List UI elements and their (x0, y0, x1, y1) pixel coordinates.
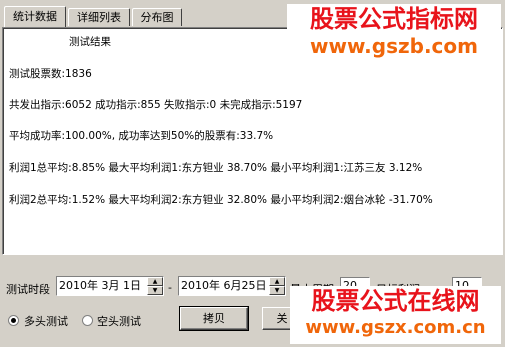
end-date-spinner[interactable]: ▲ ▼ (269, 277, 285, 295)
spin-down-icon[interactable]: ▼ (147, 286, 163, 295)
radio-long-label[interactable]: 多头测试 (24, 313, 68, 329)
total-stocks-text: 测试股票数:1836 (9, 68, 92, 80)
tab-distribution-chart[interactable]: 分布图 (132, 8, 182, 26)
tab-detail-list[interactable]: 详细列表 (68, 8, 130, 26)
copy-button[interactable]: 拷贝 (179, 306, 249, 331)
start-date-value: 2010年 3月 1日 (59, 279, 141, 292)
watermark-bottom-title: 股票公式在线网 (311, 287, 480, 315)
watermark-top-title: 股票公式指标网 (310, 5, 478, 33)
watermark-top: 股票公式指标网 www.gszb.com (287, 4, 501, 62)
date-separator: - (168, 281, 172, 294)
profit1-text: 利润1总平均:8.85% 最大平均利润1:东方钽业 38.70% 最小平均利润1… (9, 162, 423, 174)
success-rate-text: 平均成功率:100.00%, 成功率达到50%的股票有:33.7% (9, 130, 274, 142)
radio-long-test[interactable] (8, 315, 19, 326)
spin-up-icon[interactable]: ▲ (269, 277, 285, 286)
watermark-bottom: 股票公式在线网 www.gszx.com.cn (290, 286, 501, 344)
end-date-value: 2010年 6月25日 (181, 279, 267, 292)
end-date-field[interactable]: 2010年 6月25日 ▲ ▼ (178, 276, 286, 296)
spin-up-icon[interactable]: ▲ (147, 277, 163, 286)
period-label: 测试时段 (6, 283, 50, 296)
radio-short-label[interactable]: 空头测试 (97, 313, 141, 329)
start-date-field[interactable]: 2010年 3月 1日 ▲ ▼ (56, 276, 164, 296)
start-date-spinner[interactable]: ▲ ▼ (147, 277, 163, 295)
watermark-bottom-url: www.gszx.com.cn (305, 317, 486, 338)
signals-text: 共发出指示:6052 成功指示:855 失败指示:0 未完成指示:5197 (9, 99, 303, 111)
tab-statistics[interactable]: 统计数据 (4, 6, 66, 27)
profit2-text: 利润2总平均:1.52% 最大平均利润2:东方钽业 32.80% 最小平均利润2… (9, 194, 433, 206)
radio-short-test[interactable] (82, 315, 93, 326)
spin-down-icon[interactable]: ▼ (269, 286, 285, 295)
watermark-top-url: www.gszb.com (310, 34, 478, 58)
radio-selected-dot (11, 318, 16, 323)
results-title: 测试结果 (69, 36, 111, 48)
